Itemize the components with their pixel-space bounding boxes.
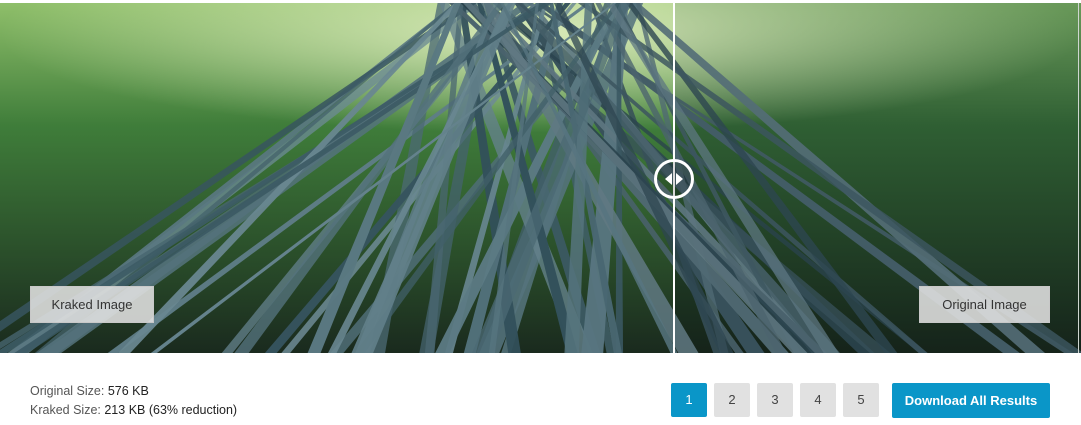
page-button-3[interactable]: 3 bbox=[757, 383, 793, 417]
kraked-size-label: Kraked Size: bbox=[30, 403, 101, 417]
page-button-5[interactable]: 5 bbox=[843, 383, 879, 417]
page-button-1[interactable]: 1 bbox=[671, 383, 707, 417]
frame-edge bbox=[1078, 3, 1079, 353]
kraked-size-row: Kraked Size: 213 KB (63% reduction) bbox=[30, 401, 237, 420]
left-right-arrows-icon bbox=[665, 173, 683, 185]
page-button-4[interactable]: 4 bbox=[800, 383, 836, 417]
original-size-value: 576 KB bbox=[107, 384, 149, 398]
image-comparison-slider[interactable]: Kraked Image Original Image bbox=[0, 3, 1081, 353]
size-stats: Original Size: 576 KB Kraked Size: 213 K… bbox=[30, 382, 237, 420]
original-size-label: Original Size: bbox=[30, 384, 105, 398]
original-size-row: Original Size: 576 KB bbox=[30, 382, 237, 401]
kraked-size-value: 213 KB (63% reduction) bbox=[104, 403, 238, 417]
pagination: 1 2 3 4 5 bbox=[671, 383, 879, 417]
original-image-label: Original Image bbox=[919, 286, 1050, 323]
download-all-results-button[interactable]: Download All Results bbox=[892, 383, 1050, 418]
kraked-image-label: Kraked Image bbox=[30, 286, 154, 323]
page-button-2[interactable]: 2 bbox=[714, 383, 750, 417]
slider-handle[interactable] bbox=[654, 159, 694, 199]
